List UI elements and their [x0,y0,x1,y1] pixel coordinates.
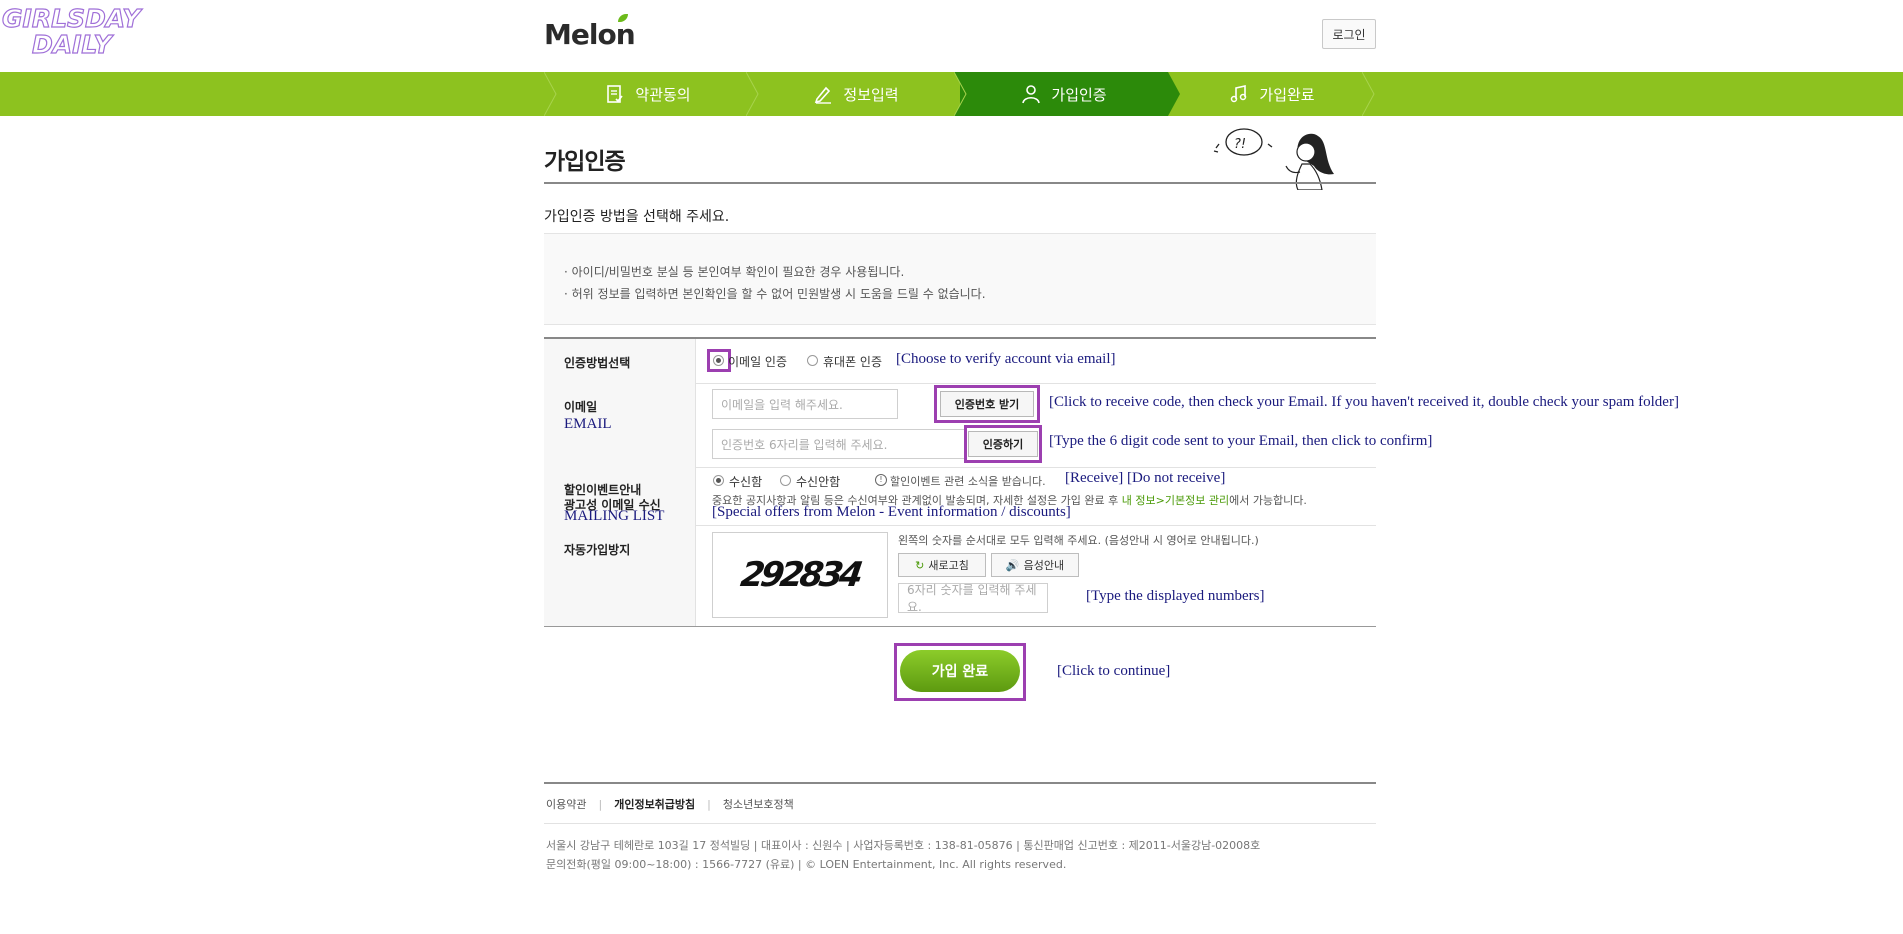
method-annotation: [Choose to verify account via email] [896,351,1116,367]
code-input[interactable]: 인증번호 6자리를 입력해 주세요. [712,429,966,459]
row-verification-method: 인증방법선택 이메일 인증 휴대폰 인증 [Choose to verify a… [544,339,1376,384]
logo-text: Melon [544,18,636,51]
row-mailing: 할인이벤트안내 광고성 이메일 수신 MAILING LIST 수신함 수신안함… [544,467,1376,526]
step-divider [1362,72,1375,116]
captcha-label: 자동가입방지 [564,543,631,557]
step-divider [746,72,759,116]
footer-divider [544,782,1376,784]
mailing-note-annotation: [Special offers from Melon - Event infor… [712,504,1071,520]
login-button[interactable]: 로그인 [1322,19,1376,49]
step-label: 약관동의 [635,85,691,104]
step-complete: 가입완료 [1168,72,1376,116]
title-divider [544,182,1376,184]
row-email: 이메일 EMAIL 이메일을 입력 해주세요. 인증번호 받기 [Click t… [544,383,1679,468]
footer-separator: | [707,798,711,811]
highlight-box [964,425,1042,463]
refresh-button[interactable]: ↻ 새로고침 [898,553,986,577]
email-label: 이메일 [564,400,598,414]
character-illustration: ?! [1213,128,1334,190]
header: Melon 로그인 [544,0,1376,72]
speaker-icon: 🔊 [1005,558,1020,572]
highlight-box [894,643,1026,701]
captcha-input[interactable]: 6자리 숫자를 입력해 주세요. [898,583,1048,614]
radio-reject[interactable] [780,475,791,486]
radio-phone[interactable] [807,355,818,366]
page-title: 가입인증 [544,149,626,175]
footer-link-terms[interactable]: 이용약관 [546,798,586,811]
footer-separator: | [598,798,603,811]
row-captcha: 자동가입방지 292834 왼쪽의 숫자를 순서대로 모두 입력해 주세요. (… [544,525,1376,627]
mailing-label-en: MAILING LIST [564,508,665,524]
submit-annotation: [Click to continue] [1057,663,1171,679]
step-label: 가입완료 [1259,85,1315,104]
mailing-note-link[interactable]: 내 정보>기본정보 관리 [1122,494,1229,507]
document-check-icon [607,85,624,103]
step-label: 가입인증 [1051,85,1107,104]
radio-receive[interactable] [713,475,724,486]
notice-box: · 아이디/비밀번호 분실 등 본인여부 확인이 필요한 경우 사용됩니다. ·… [544,233,1376,325]
notice-line: · 아이디/비밀번호 분실 등 본인여부 확인이 필요한 경우 사용됩니다. [564,265,905,279]
verification-form: 인증방법선택 이메일 인증 휴대폰 인증 [Choose to verify a… [544,337,1679,627]
footer-divider-thin [544,823,1376,824]
highlight-box [934,385,1040,423]
watermark-line1: GIRLSDAY [1,3,141,33]
verify-annotation: [Type the 6 digit code sent to your Emai… [1049,433,1433,449]
get-code-annotation: [Click to receive code, then check your … [1049,394,1679,410]
svg-text:?!: ?! [1234,137,1246,152]
step-verify: 가입인증 [960,72,1168,116]
step-divider [1168,72,1180,116]
pencil-icon [815,86,832,104]
captcha-image: 292834 [712,532,888,618]
page-description: 가입인증 방법을 선택해 주세요. [544,209,730,225]
watermark-line2: DAILY [31,29,112,59]
radio-reject-label[interactable]: 수신안함 [796,473,840,490]
person-icon [1022,85,1041,104]
mailing-note-suffix: 에서 가능합니다. [1229,494,1307,507]
footer-links: 이용약관 | 개인정보취급방침 | 청소년보호정책 [546,796,794,812]
notice-line: · 허위 정보를 입력하면 본인확인을 할 수 없어 민원발생 시 도움을 드릴… [564,287,986,301]
footer-address: 서울시 강남구 테헤란로 103길 17 정석빌딩 | 대표이사 : 신원수 |… [546,839,1261,852]
refresh-label: 새로고침 [928,559,969,572]
step-divider [954,72,968,116]
email-input[interactable]: 이메일을 입력 해주세요. [712,389,898,419]
music-note-icon [1231,85,1247,103]
footer-link-privacy[interactable]: 개인정보취급방침 [614,798,695,811]
audio-button[interactable]: 🔊 음성안내 [991,553,1079,577]
step-terms: 약관동의 [544,72,752,116]
captcha-instruction: 왼쪽의 숫자를 순서대로 모두 입력해 주세요. (음성안내 시 영어로 안내됩… [898,534,1259,547]
step-info: 정보입력 [752,72,960,116]
mailing-info: 할인이벤트 관련 소식을 받습니다. [890,475,1046,488]
captcha-text: 292834 [738,555,862,595]
info-icon: ! [875,474,887,486]
radio-phone-label[interactable]: 휴대폰 인증 [823,353,882,370]
radio-email-label[interactable]: 이메일 인증 [728,353,787,370]
method-label: 인증방법선택 [564,356,631,370]
melon-logo[interactable]: Melon [544,14,636,51]
mailing-annotation: [Receive] [Do not receive] [1065,470,1226,486]
captcha-annotation: [Type the displayed numbers] [1086,588,1265,604]
footer-contact: 문의전화(평일 09:00~18:00) : 1566-7727 (유료) | … [546,858,1067,871]
step-divider [544,72,557,116]
watermark-logo: GIRLSDAY DAILY [1,3,152,66]
radio-receive-label[interactable]: 수신함 [729,473,762,490]
signup-step-bar: 약관동의 정보입력 가입인증 가입완료 [0,72,1903,116]
footer-link-youth[interactable]: 청소년보호정책 [723,798,794,811]
step-label: 정보입력 [843,85,899,104]
email-label-en: EMAIL [564,416,612,432]
refresh-icon: ↻ [915,558,925,572]
audio-label: 음성안내 [1023,559,1065,572]
